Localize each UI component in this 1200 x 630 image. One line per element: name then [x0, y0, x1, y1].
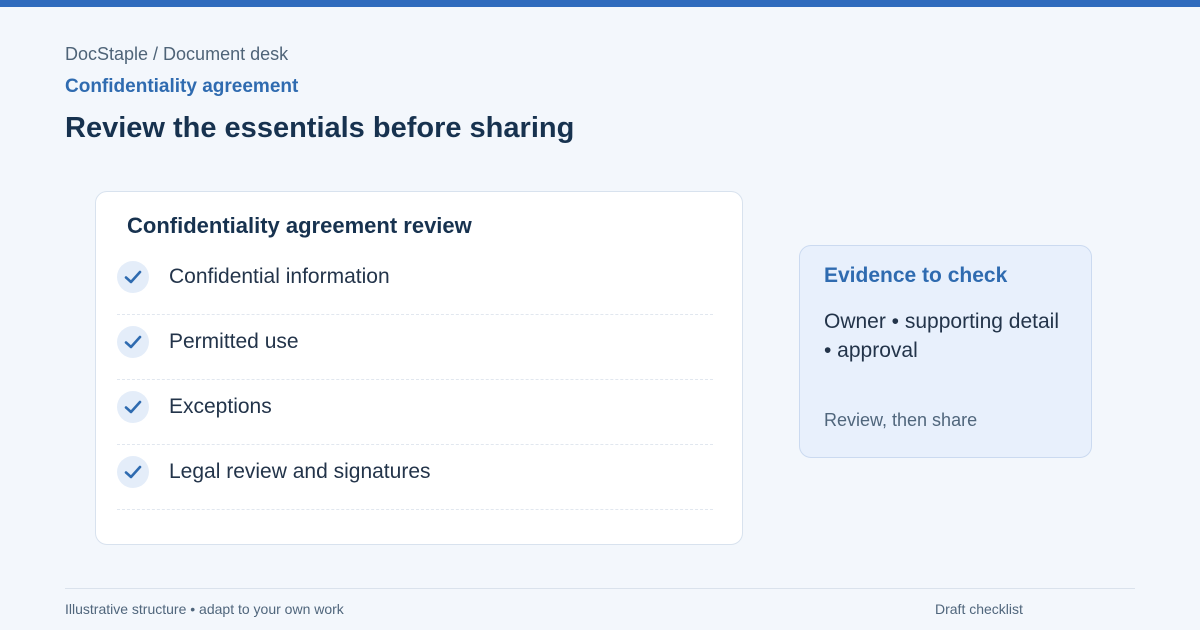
review-card-title: Confidentiality agreement review: [127, 213, 472, 238]
page-title: Review the essentials before sharing: [65, 112, 575, 144]
review-checklist: Confidential information Permitted use E…: [117, 250, 713, 510]
evidence-panel-note: Review, then share: [824, 410, 978, 430]
checklist-item[interactable]: Permitted use: [117, 315, 713, 380]
evidence-panel-title: Evidence to check: [824, 264, 1008, 287]
evidence-panel-body: Owner • supporting detail • approval: [824, 310, 1059, 362]
footer-divider: [65, 588, 1135, 589]
checkmark-icon[interactable]: [117, 456, 149, 488]
checklist-item[interactable]: Exceptions: [117, 380, 713, 445]
checklist-item[interactable]: Confidential information: [117, 250, 713, 315]
breadcrumb[interactable]: DocStaple / Document desk: [65, 44, 288, 65]
checkmark-icon[interactable]: [117, 326, 149, 358]
checkmark-icon[interactable]: [117, 261, 149, 293]
checklist-item-label: Permitted use: [169, 330, 299, 353]
checklist-item-label: Confidential information: [169, 265, 390, 288]
checkmark-icon[interactable]: [117, 391, 149, 423]
footer-status: Draft checklist: [935, 601, 1023, 617]
review-card: Confidentiality agreement review Confide…: [95, 191, 743, 545]
document-name: Confidentiality agreement: [65, 76, 299, 97]
top-accent-bar: [0, 0, 1200, 7]
checklist-item[interactable]: Legal review and signatures: [117, 445, 713, 510]
footer-disclaimer: Illustrative structure • adapt to your o…: [65, 601, 344, 617]
evidence-panel: Evidence to check Owner • supporting det…: [799, 245, 1092, 458]
checklist-item-label: Exceptions: [169, 395, 272, 418]
checklist-item-label: Legal review and signatures: [169, 460, 431, 483]
